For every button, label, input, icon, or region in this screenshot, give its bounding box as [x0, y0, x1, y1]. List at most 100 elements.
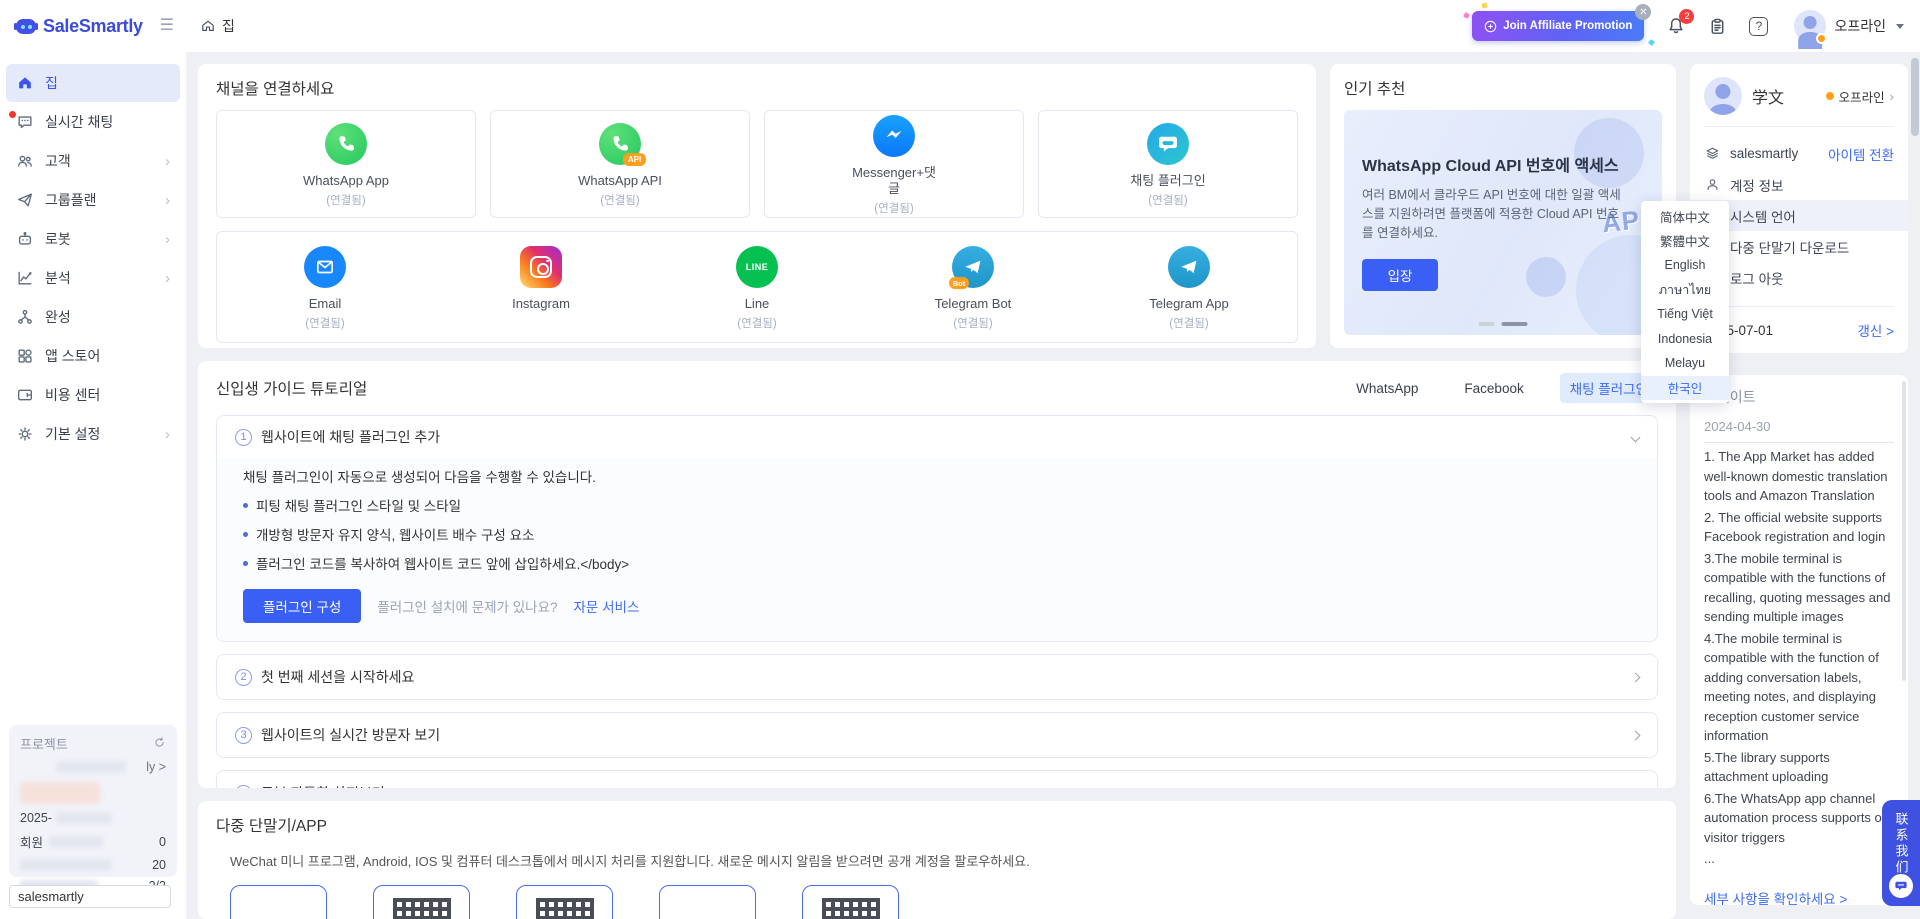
renew-link[interactable]: 갱신 > — [1858, 320, 1894, 340]
tutorial-step-1-header[interactable]: 1 웹사이트에 채팅 플러그인 추가 — [217, 416, 1657, 458]
project-label: 프로젝트 — [20, 734, 68, 753]
language-option-vi[interactable]: Tiếng Việt — [1641, 302, 1729, 327]
channel-card-chat-plugin[interactable]: 채팅 플러그인 (연결됨) — [1038, 110, 1298, 218]
telegram-bot-icon: Bot — [952, 246, 994, 288]
language-option-ms[interactable]: Melayu — [1641, 351, 1729, 376]
account-info-item[interactable]: 계정 정보 — [1704, 169, 1894, 200]
sidebar-item-home[interactable]: 집 — [6, 64, 180, 102]
sidebar-item-label: 완성 — [45, 307, 71, 327]
sidebar-item-groupplan[interactable]: 그룹플랜 › — [6, 181, 180, 219]
right-panel: 学文 오프라인 › salesmartly 아이템 전환 계정 정보 — [1690, 64, 1908, 919]
close-icon[interactable]: ✕ — [1635, 4, 1651, 20]
contact-us-widget[interactable]: 联系我们 — [1882, 800, 1920, 906]
tab-whatsapp[interactable]: WhatsApp — [1346, 376, 1428, 401]
affiliate-promo-label: Join Affiliate Promotion — [1503, 20, 1632, 32]
multiapp-section: 다중 단말기/APP WeChat 미니 프로그램, Android, IOS … — [198, 801, 1676, 919]
carousel-dot-active[interactable] — [1502, 322, 1528, 326]
project-name-link[interactable]: ly > — [146, 760, 166, 774]
salesmartly-logo-icon — [14, 14, 38, 38]
notification-badge: 2 — [1679, 9, 1694, 24]
help-button[interactable]: ? — [1749, 17, 1768, 36]
download-card-qr-ios[interactable] — [516, 885, 613, 919]
download-card-qr-android[interactable] — [373, 885, 470, 919]
home-breadcrumb-icon — [200, 18, 216, 34]
channel-status: (연결됨) — [1148, 192, 1187, 206]
configure-plugin-button[interactable]: 플러그인 구성 — [243, 589, 361, 623]
channel-card-instagram[interactable]: Instagram — [476, 246, 606, 329]
consult-service-link[interactable]: 자문 서비스 — [574, 596, 640, 616]
channel-card-email[interactable]: Email (연결됨) — [260, 246, 390, 329]
workspace-icon — [1704, 146, 1721, 161]
download-card-app[interactable] — [230, 885, 327, 919]
sidebar: SaleSmartly ☰ 집 실시간 채팅 고객 › 그룹플랜 › — [0, 0, 186, 919]
breadcrumb-label: 집 — [222, 16, 235, 36]
user-menu[interactable]: 오프라인 — [1794, 10, 1904, 42]
channel-card-telegram-bot[interactable]: Bot Telegram Bot (연결됨) — [908, 246, 1038, 329]
user-status-toggle[interactable]: 오프라인 › — [1826, 87, 1894, 106]
channel-card-line[interactable]: LINE Line (연결됨) — [692, 246, 822, 329]
banner-title: WhatsApp Cloud API 번호에 액세스 — [1362, 152, 1646, 176]
language-option-id[interactable]: Indonesia — [1641, 327, 1729, 352]
chevron-right-icon — [1631, 730, 1641, 740]
sidebar-item-analytics[interactable]: 분석 › — [6, 259, 180, 297]
carousel-dot[interactable] — [1479, 322, 1495, 326]
banner-description: 여러 BM에서 클라우드 API 번호에 대한 일괄 액세스를 지원하려면 플랫… — [1362, 186, 1624, 243]
line-icon: LINE — [736, 246, 778, 288]
sidebar-item-livechat[interactable]: 실시간 채팅 — [6, 103, 180, 141]
channel-card-whatsapp-app[interactable]: WhatsApp App (연결됨) — [216, 110, 476, 218]
tutorial-section: 신입생 가이드 튜토리얼 WhatsApp Facebook 채팅 플러그인 1… — [198, 361, 1676, 788]
whatsapp-api-icon: API — [599, 123, 641, 165]
affiliate-icon — [1484, 20, 1497, 33]
channel-label: WhatsApp API — [578, 173, 662, 189]
notifications-button[interactable]: 2 — [1666, 16, 1686, 36]
update-item: 6.The WhatsApp app channel automation pr… — [1704, 789, 1894, 848]
topbar: 집 Join Affiliate Promotion ✕ 2 ? — [186, 0, 1920, 52]
channel-card-messenger[interactable]: Messenger+댓글 (연결됨) — [764, 110, 1024, 218]
logout-item[interactable]: 로그 아웃 — [1704, 262, 1894, 293]
account-name: salesmartly — [1730, 146, 1798, 161]
tutorial-step-4-header[interactable]: 4 로봇 자동화 살펴보기 — [217, 771, 1657, 788]
language-option-th[interactable]: ภาษาไทย — [1641, 278, 1729, 303]
switch-project-link[interactable]: 아이템 전환 — [1828, 144, 1894, 164]
download-card-qr-wechat[interactable] — [802, 885, 899, 919]
language-option-zh-tw[interactable]: 繁體中文 — [1641, 229, 1729, 254]
tutorial-step-2-header[interactable]: 2 첫 번째 세션을 시작하세요 — [217, 655, 1657, 699]
language-option-zh-cn[interactable]: 简体中文 — [1641, 204, 1729, 229]
download-card-desktop[interactable] — [659, 885, 756, 919]
carousel-dots — [1479, 322, 1528, 326]
chevron-right-icon: › — [165, 192, 170, 209]
tab-facebook[interactable]: Facebook — [1454, 376, 1533, 401]
workspace-name-field[interactable]: salesmartly — [9, 885, 171, 908]
recommend-section: 인기 추천 API WhatsApp Cloud API 번호에 액세스 여러 … — [1330, 64, 1676, 348]
unread-dot — [9, 111, 16, 118]
tutorial-step-3-header[interactable]: 3 웹사이트의 실시간 방문자 보기 — [217, 713, 1657, 757]
language-option-en[interactable]: English — [1641, 253, 1729, 278]
sidebar-item-settings[interactable]: 기본 설정 › — [6, 415, 180, 453]
question-icon: ? — [1749, 17, 1768, 36]
tutorial-step-1-body: 채팅 플러그인이 자동으로 생성되어 다음을 수행할 수 있습니다. 피팅 채팅… — [217, 458, 1657, 641]
channel-card-telegram-app[interactable]: Telegram App (연결됨) — [1124, 246, 1254, 329]
promo-banner: API WhatsApp Cloud API 번호에 액세스 여러 BM에서 클… — [1344, 110, 1662, 335]
sidebar-item-appstore[interactable]: 앱 스토어 — [6, 337, 180, 375]
step-title: 웹사이트의 실시간 방문자 보기 — [261, 725, 440, 745]
tasks-button[interactable] — [1708, 17, 1727, 36]
scrollbar-thumb[interactable] — [1902, 381, 1906, 681]
page-scrollbar[interactable] — [1911, 58, 1919, 136]
sidebar-item-billing[interactable]: 비용 센터 — [6, 376, 180, 414]
channel-status: (연결됨) — [953, 315, 992, 329]
chevron-down-icon — [1631, 432, 1641, 442]
channel-card-whatsapp-api[interactable]: API WhatsApp API (연결됨) — [490, 110, 750, 218]
language-option-ko-selected[interactable]: 한국인 — [1641, 376, 1729, 401]
refresh-icon[interactable] — [153, 736, 166, 752]
step-title: 웹사이트에 채팅 플러그인 추가 — [261, 427, 440, 447]
person-icon — [1704, 177, 1721, 192]
enter-button[interactable]: 입장 — [1362, 259, 1438, 291]
sidebar-item-robot[interactable]: 로봇 › — [6, 220, 180, 258]
sidebar-item-customers[interactable]: 고객 › — [6, 142, 180, 180]
sidebar-item-flows[interactable]: 완성 — [6, 298, 180, 336]
affiliate-promo-button[interactable]: Join Affiliate Promotion ✕ — [1472, 11, 1644, 41]
collapse-sidebar-icon[interactable]: ☰ — [160, 18, 174, 34]
recommend-title: 인기 추천 — [1344, 77, 1662, 99]
multi-device-download-item[interactable]: 다중 단말기 다운로드 — [1704, 231, 1894, 262]
updates-detail-link[interactable]: 세부 사항을 확인하세요 > — [1704, 888, 1894, 905]
